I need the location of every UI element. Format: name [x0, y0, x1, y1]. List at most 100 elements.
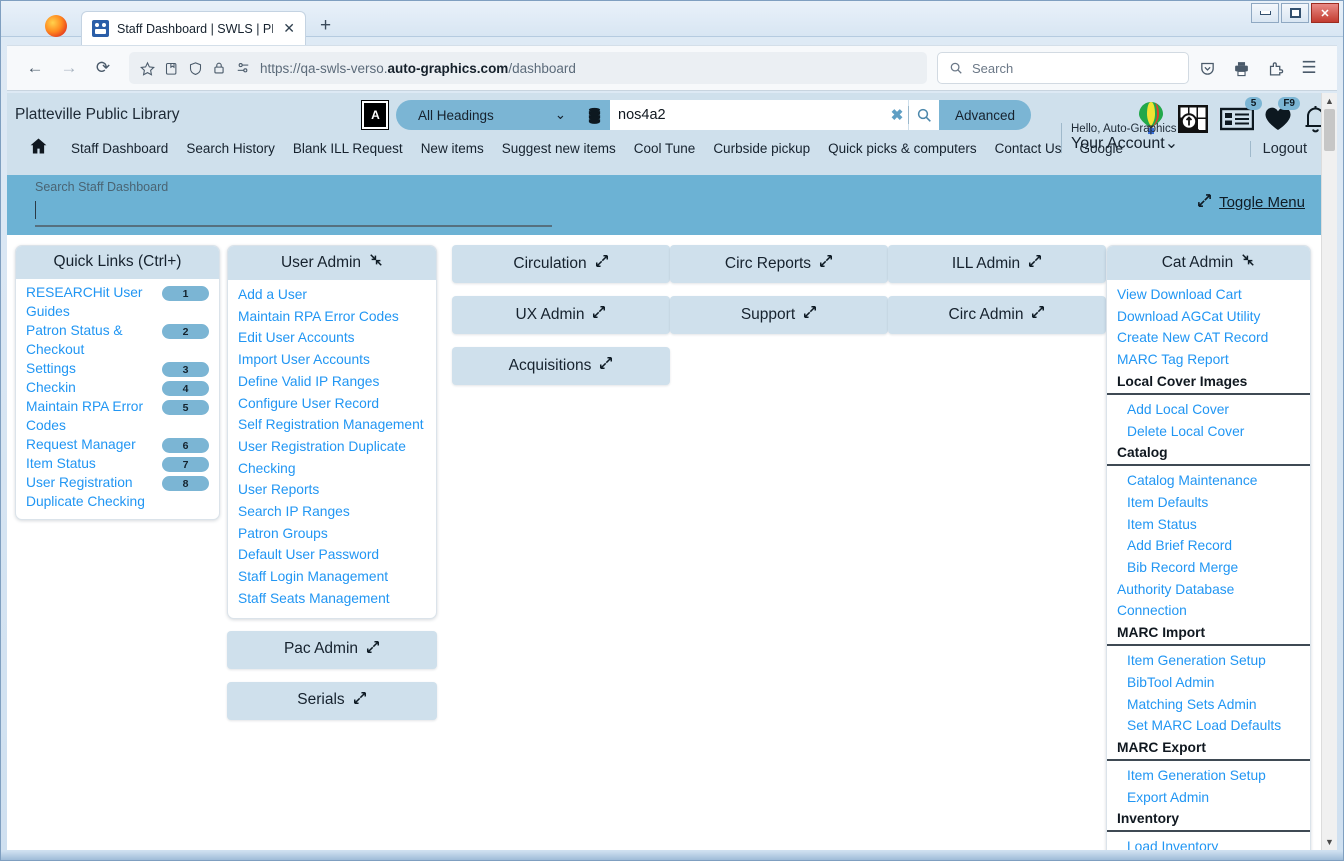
- user-admin-link[interactable]: Staff Seats Management: [228, 588, 436, 610]
- cat-admin-link[interactable]: Add Brief Record: [1107, 535, 1310, 557]
- nav-link-suggest-new-items[interactable]: Suggest new items: [493, 141, 625, 156]
- translate-icon[interactable]: A: [361, 100, 389, 130]
- user-admin-link[interactable]: Import User Accounts: [228, 349, 436, 371]
- user-admin-link[interactable]: Add a User: [228, 284, 436, 306]
- save-to-pocket-icon[interactable]: [164, 61, 179, 76]
- nav-link-new-items[interactable]: New items: [412, 141, 493, 156]
- heading-select[interactable]: All Headings ⌄: [396, 100, 578, 130]
- search-input[interactable]: nos4a2: [610, 100, 886, 130]
- quick-link-item[interactable]: RESEARCHit User Guides 1: [16, 283, 219, 321]
- cat-admin-link[interactable]: Set MARC Load Defaults: [1107, 715, 1310, 737]
- home-icon[interactable]: [29, 137, 48, 160]
- user-admin-link[interactable]: Search IP Ranges: [228, 501, 436, 523]
- nav-link-google[interactable]: Google: [1070, 141, 1132, 156]
- back-button[interactable]: ←: [19, 53, 51, 83]
- logout-link[interactable]: Logout: [1249, 141, 1307, 157]
- close-button[interactable]: ✕: [1311, 3, 1339, 23]
- cat-admin-link[interactable]: Load Inventory: [1107, 836, 1310, 850]
- dashboard-search-input[interactable]: [35, 199, 552, 227]
- scroll-down-arrow-icon[interactable]: ▼: [1322, 834, 1337, 850]
- pocket-icon[interactable]: [1191, 53, 1223, 83]
- nav-link-search-history[interactable]: Search History: [177, 141, 284, 156]
- cat-admin-link[interactable]: BibTool Admin: [1107, 672, 1310, 694]
- user-admin-link[interactable]: Patron Groups: [228, 523, 436, 545]
- clear-search-icon[interactable]: ✖: [886, 100, 908, 130]
- toggle-menu-button[interactable]: Toggle Menu: [1197, 193, 1305, 212]
- user-admin-link[interactable]: Configure User Record: [228, 393, 436, 415]
- extensions-icon[interactable]: [1259, 53, 1291, 83]
- minimize-button[interactable]: [1251, 3, 1279, 23]
- quick-link-item[interactable]: Request Manager 6: [16, 435, 219, 454]
- cat-admin-link[interactable]: Matching Sets Admin: [1107, 694, 1310, 716]
- cat-admin-link[interactable]: Authority Database Connection: [1107, 579, 1310, 622]
- cat-admin-link[interactable]: Create New CAT Record: [1107, 327, 1310, 349]
- panel-circ-reports-collapsed[interactable]: Circ Reports: [670, 245, 888, 283]
- site-permissions-icon[interactable]: [235, 61, 251, 75]
- page-scrollbar[interactable]: ▲ ▼: [1321, 93, 1337, 850]
- user-admin-link[interactable]: Define Valid IP Ranges: [228, 371, 436, 393]
- lock-icon[interactable]: [212, 61, 226, 75]
- user-admin-link[interactable]: Edit User Accounts: [228, 327, 436, 349]
- user-admin-link[interactable]: Self Registration Management: [228, 414, 436, 436]
- nav-link-curbside-pickup[interactable]: Curbside pickup: [704, 141, 819, 156]
- cat-admin-link[interactable]: Delete Local Cover: [1107, 421, 1310, 443]
- cat-admin-link[interactable]: Item Generation Setup: [1107, 765, 1310, 787]
- panel-serials-collapsed[interactable]: Serials: [227, 681, 437, 720]
- cat-admin-link[interactable]: Export Admin: [1107, 787, 1310, 809]
- quick-link-item[interactable]: Patron Status & Checkout 2: [16, 321, 219, 359]
- nav-link-quick-picks-computers[interactable]: Quick picks & computers: [819, 141, 986, 156]
- cat-admin-link[interactable]: View Download Cart: [1107, 284, 1310, 306]
- cat-admin-link[interactable]: Item Defaults: [1107, 492, 1310, 514]
- search-submit-icon[interactable]: [909, 100, 939, 130]
- panel-circulation-collapsed[interactable]: Circulation: [452, 245, 670, 283]
- quick-link-item[interactable]: Settings 3: [16, 359, 219, 378]
- scroll-up-arrow-icon[interactable]: ▲: [1322, 93, 1337, 109]
- database-icon[interactable]: [578, 100, 610, 130]
- tab-close-icon[interactable]: ✕: [281, 20, 297, 37]
- bookmark-star-icon[interactable]: [140, 61, 155, 76]
- scrollbar-thumb[interactable]: [1324, 109, 1335, 151]
- browser-search-bar[interactable]: Search: [937, 52, 1189, 84]
- nav-link-staff-dashboard[interactable]: Staff Dashboard: [62, 141, 177, 156]
- nav-link-contact-us[interactable]: Contact Us: [986, 141, 1071, 156]
- nav-link-cool-tune[interactable]: Cool Tune: [625, 141, 705, 156]
- cat-admin-link[interactable]: Bib Record Merge: [1107, 557, 1310, 579]
- panel-pac-admin-collapsed[interactable]: Pac Admin: [227, 630, 437, 669]
- panel-ux-admin-collapsed[interactable]: UX Admin: [452, 296, 670, 334]
- shield-icon[interactable]: [188, 61, 203, 76]
- favorites-icon[interactable]: F9: [1264, 97, 1300, 139]
- user-admin-link[interactable]: Default User Password: [228, 544, 436, 566]
- panel-cat-admin-header[interactable]: Cat Admin: [1107, 246, 1310, 280]
- quick-link-item[interactable]: User Registration Duplicate Checking 8: [16, 473, 219, 511]
- reload-button[interactable]: ⟳: [87, 53, 119, 83]
- panel-circ-admin-collapsed[interactable]: Circ Admin: [888, 296, 1106, 334]
- panel-acquisitions-collapsed[interactable]: Acquisitions: [452, 347, 670, 385]
- cat-admin-link[interactable]: Add Local Cover: [1107, 399, 1310, 421]
- app-menu-button[interactable]: ☰: [1293, 53, 1325, 83]
- nav-link-blank-ill-request[interactable]: Blank ILL Request: [284, 141, 412, 156]
- panel-ill-admin-collapsed[interactable]: ILL Admin: [888, 245, 1106, 283]
- quick-link-item[interactable]: Checkin 4: [16, 378, 219, 397]
- new-tab-button[interactable]: +: [320, 15, 331, 37]
- saved-list-icon[interactable]: 5: [1220, 97, 1262, 139]
- user-admin-link[interactable]: User Registration Duplicate Checking: [228, 436, 436, 479]
- print-icon[interactable]: [1225, 53, 1257, 83]
- panel-support-collapsed[interactable]: Support: [670, 296, 888, 334]
- quick-link-item[interactable]: Maintain RPA Error Codes 5: [16, 397, 219, 435]
- forward-button[interactable]: →: [53, 53, 85, 83]
- collapse-arrows-icon[interactable]: [1241, 253, 1255, 272]
- cat-admin-link[interactable]: Download AGCat Utility: [1107, 306, 1310, 328]
- user-admin-link[interactable]: User Reports: [228, 479, 436, 501]
- collapse-arrows-icon[interactable]: [369, 253, 383, 272]
- browser-tab[interactable]: Staff Dashboard | SWLS | PLATT ✕: [81, 11, 306, 45]
- cat-admin-link[interactable]: Catalog Maintenance: [1107, 470, 1310, 492]
- maximize-button[interactable]: [1281, 3, 1309, 23]
- advanced-search-button[interactable]: Advanced: [939, 100, 1032, 130]
- panel-user-admin-header[interactable]: User Admin: [228, 246, 436, 280]
- user-admin-link[interactable]: Maintain RPA Error Codes: [228, 306, 436, 328]
- cat-admin-link[interactable]: MARC Tag Report: [1107, 349, 1310, 371]
- cat-admin-link[interactable]: Item Status: [1107, 514, 1310, 536]
- user-admin-link[interactable]: Staff Login Management: [228, 566, 436, 588]
- quick-link-item[interactable]: Item Status 7: [16, 454, 219, 473]
- cat-admin-link[interactable]: Item Generation Setup: [1107, 650, 1310, 672]
